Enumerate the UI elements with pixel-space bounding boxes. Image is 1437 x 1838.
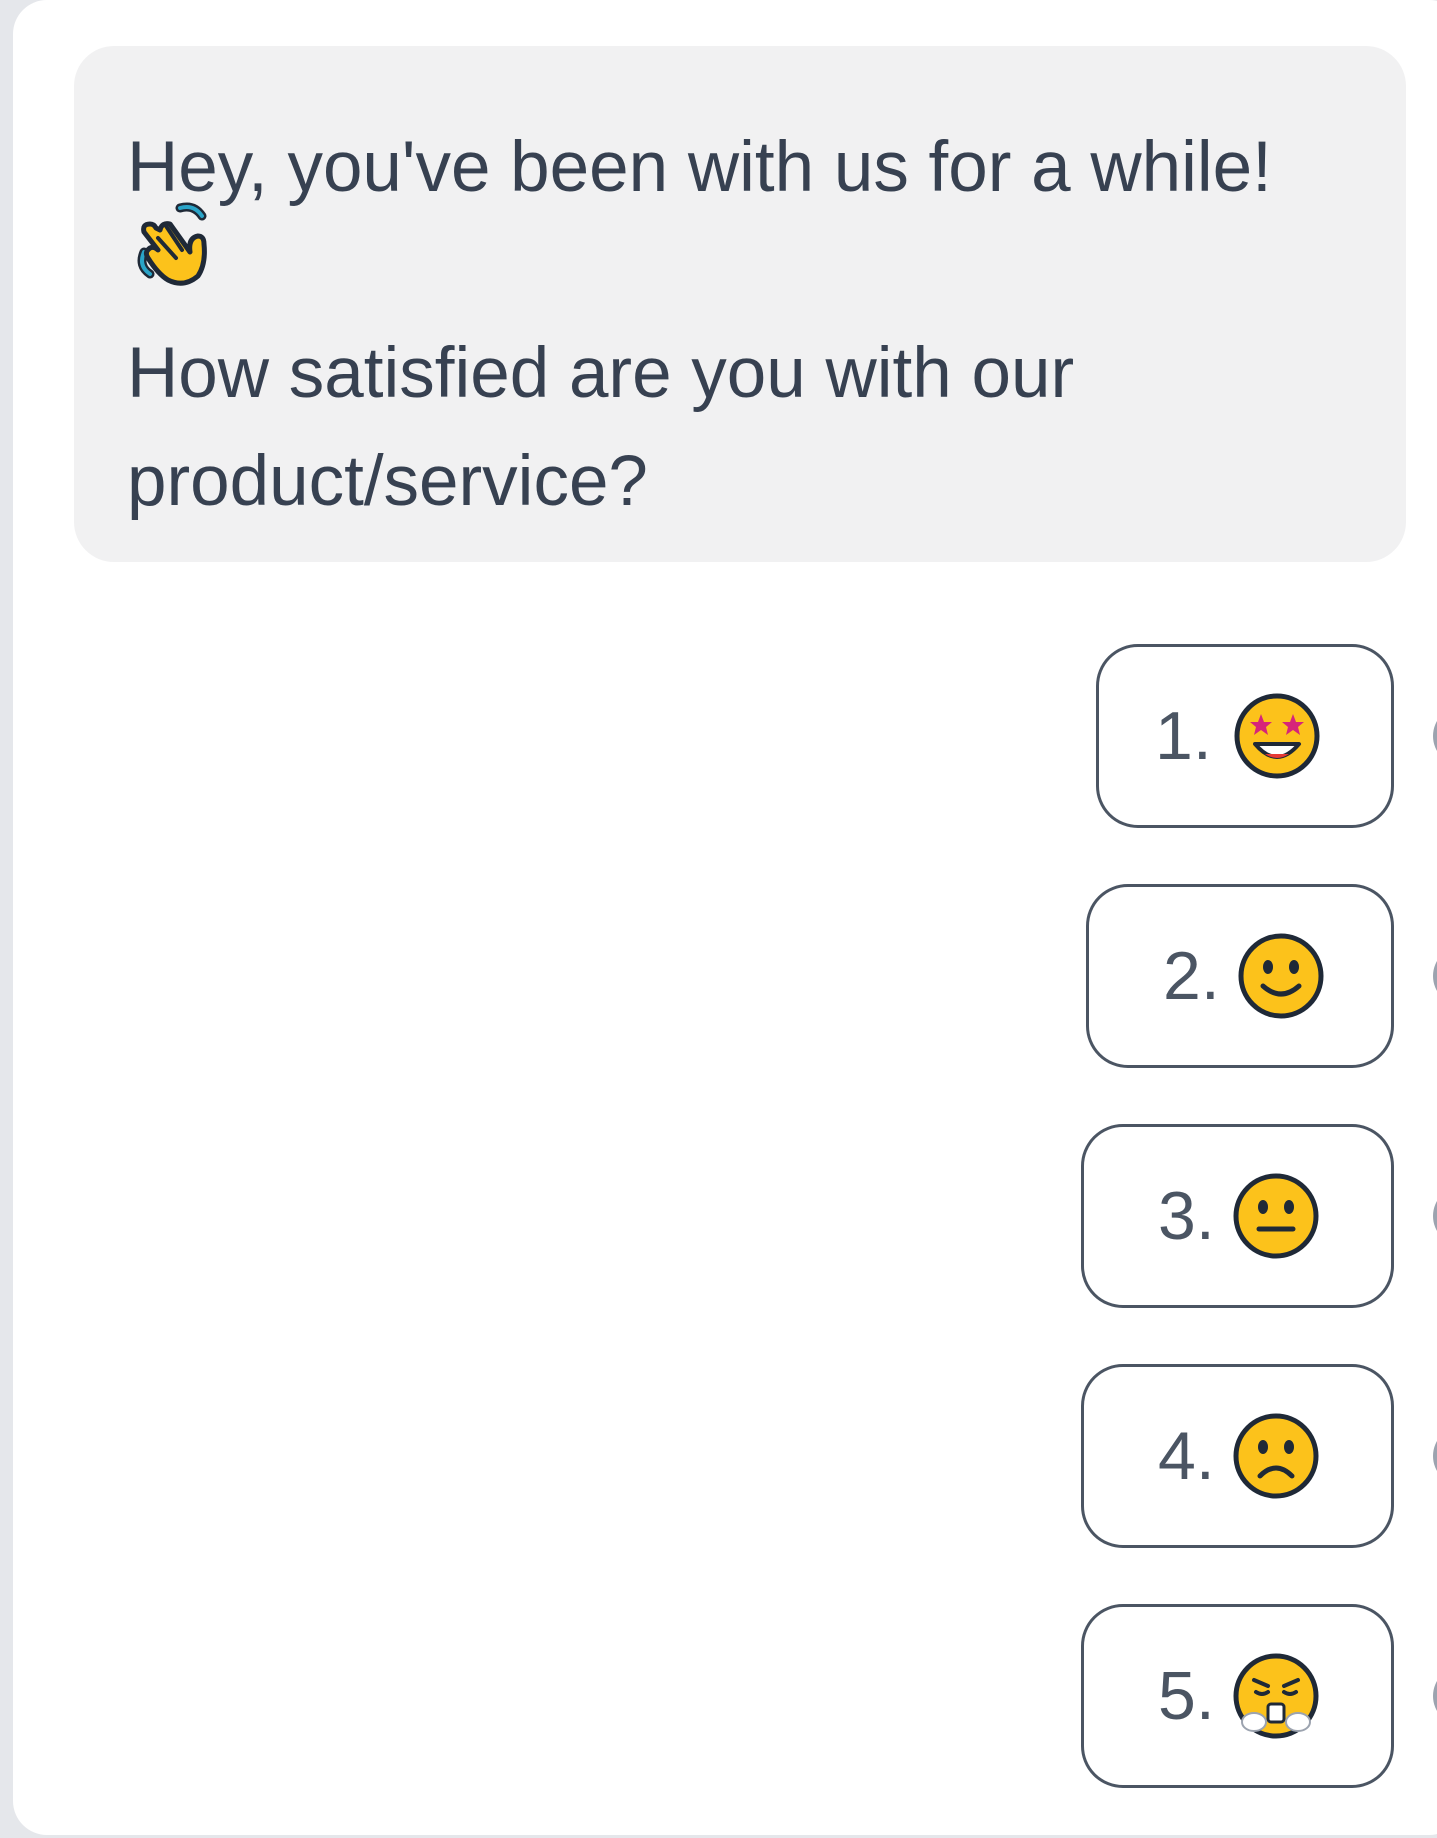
rating-option-2-button[interactable]: 2. bbox=[1086, 884, 1394, 1068]
face-with-steam-from-nose-icon bbox=[1233, 1653, 1319, 1739]
slightly-smiling-face-icon bbox=[1238, 933, 1324, 1019]
option-side-control bbox=[1433, 1186, 1437, 1246]
waving-hand-icon bbox=[137, 202, 207, 286]
chat-panel: Hey, you've been with us for a while! Ho… bbox=[13, 0, 1437, 1835]
rating-option-4-button[interactable]: 4. bbox=[1081, 1364, 1394, 1548]
rating-option-label: 1. bbox=[1155, 698, 1212, 774]
option-side-control bbox=[1433, 946, 1437, 1006]
option-side-control bbox=[1433, 1666, 1437, 1726]
neutral-face-icon bbox=[1233, 1173, 1319, 1259]
greeting-text: Hey, you've been with us for a while! bbox=[127, 128, 1272, 207]
rating-option-5-button[interactable]: 5. bbox=[1081, 1604, 1394, 1788]
rating-option-label: 3. bbox=[1158, 1178, 1215, 1254]
option-side-control bbox=[1433, 706, 1437, 766]
rating-option-label: 5. bbox=[1158, 1658, 1215, 1734]
rating-option-label: 4. bbox=[1158, 1418, 1215, 1494]
rating-option-3-button[interactable]: 3. bbox=[1081, 1124, 1394, 1308]
bot-message-bubble: Hey, you've been with us for a while! Ho… bbox=[74, 46, 1406, 562]
option-side-control bbox=[1433, 1426, 1437, 1486]
rating-option-label: 2. bbox=[1163, 938, 1220, 1014]
question-text: How satisfied are you with our product/s… bbox=[127, 334, 1075, 521]
star-struck-face-icon bbox=[1234, 693, 1320, 779]
slightly-frowning-face-icon bbox=[1233, 1413, 1319, 1499]
rating-option-1-button[interactable]: 1. bbox=[1096, 644, 1394, 828]
